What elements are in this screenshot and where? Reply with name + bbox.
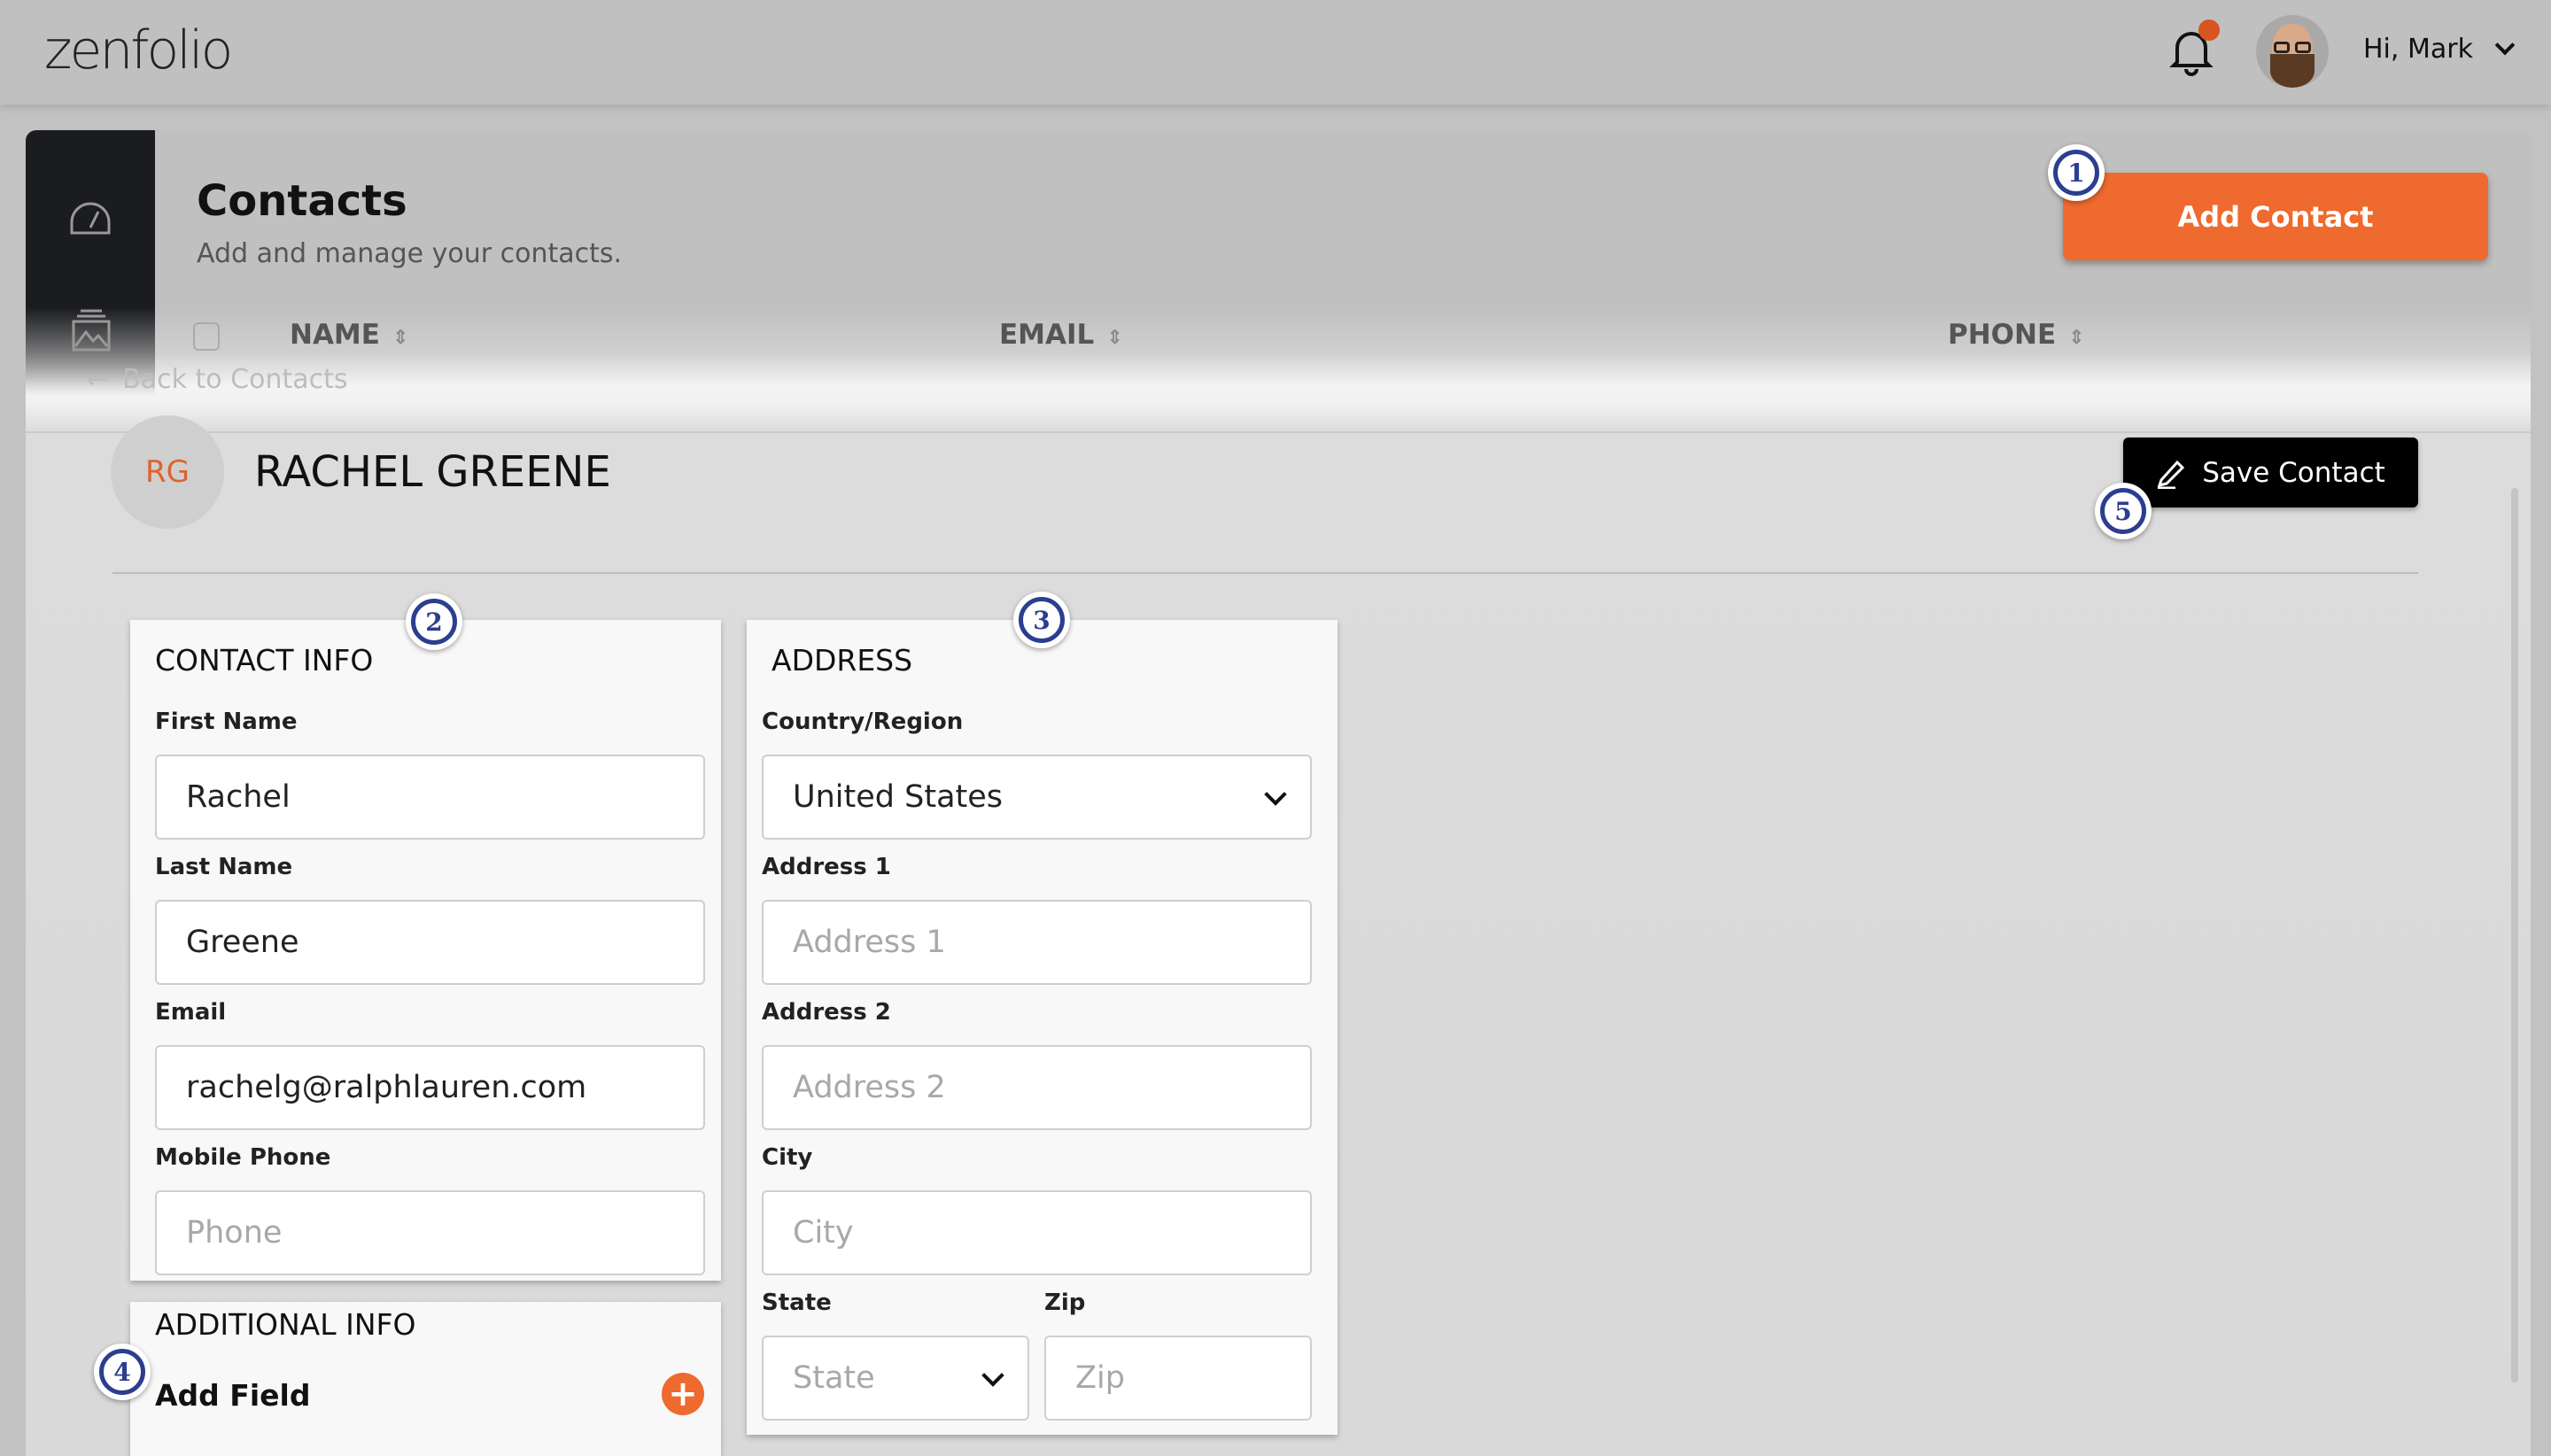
phone-label: Mobile Phone	[155, 1144, 331, 1171]
logo[interactable]: zenfolio	[44, 19, 233, 81]
add-field-label: Add Field	[155, 1378, 311, 1413]
sort-icon: ⇕	[2068, 327, 2085, 349]
annotation-badge-3: 3	[1013, 592, 1070, 648]
divider	[112, 572, 2418, 574]
address-heading: ADDRESS	[772, 643, 913, 678]
annotation-badge-4: 4	[94, 1344, 151, 1400]
page-subtitle: Add and manage your contacts.	[197, 238, 623, 269]
address1-input[interactable]: Address 1	[762, 900, 1312, 985]
address2-input[interactable]: Address 2	[762, 1045, 1312, 1130]
chevron-down-icon	[2494, 35, 2516, 55]
divider	[26, 431, 2531, 433]
sort-icon: ⇕	[392, 327, 409, 349]
first-name-input[interactable]: Rachel	[155, 755, 705, 840]
additional-info-heading: ADDITIONAL INFO	[155, 1307, 416, 1342]
address-card: ADDRESS Country/Region United States Add…	[747, 620, 1338, 1435]
pencil-icon	[2157, 460, 2185, 489]
email-input[interactable]: rachelg@ralphlauren.com	[155, 1045, 705, 1130]
back-to-contacts-link[interactable]: ← Back to Contacts	[86, 364, 348, 395]
main-panel: Contacts Add and manage your contacts. N…	[26, 130, 2531, 1456]
chevron-down-icon	[1264, 783, 1287, 806]
avatar[interactable]	[2256, 15, 2329, 88]
state-label: State	[762, 1289, 832, 1316]
user-menu[interactable]: Hi, Mark	[2363, 34, 2516, 65]
annotation-badge-2: 2	[406, 593, 462, 650]
add-contact-button[interactable]: Add Contact	[2063, 173, 2488, 260]
top-bar: zenfolio Hi, Mark	[0, 0, 2551, 105]
country-select[interactable]: United States	[762, 755, 1312, 840]
column-email[interactable]: EMAIL ⇕	[999, 319, 1123, 351]
page-title: Contacts	[197, 176, 407, 226]
column-name[interactable]: NAME ⇕	[290, 319, 408, 351]
phone-input[interactable]: Phone	[155, 1190, 705, 1275]
annotation-badge-1: 1	[2048, 144, 2105, 201]
chevron-down-icon	[981, 1364, 1004, 1387]
first-name-label: First Name	[155, 709, 298, 735]
save-contact-button[interactable]: Save Contact	[2123, 438, 2418, 507]
contact-info-card: CONTACT INFO First Name Rachel Last Name…	[130, 620, 721, 1281]
additional-info-card: ADDITIONAL INFO Add Field +	[130, 1302, 721, 1456]
state-select[interactable]: State	[762, 1336, 1029, 1421]
sidebar	[26, 130, 155, 396]
notification-dot	[2198, 19, 2220, 41]
city-input[interactable]: City	[762, 1190, 1312, 1275]
email-label: Email	[155, 999, 227, 1026]
annotation-badge-5: 5	[2095, 483, 2152, 539]
add-field-plus-icon[interactable]: +	[662, 1373, 704, 1415]
country-label: Country/Region	[762, 709, 964, 735]
bell-icon[interactable]	[2168, 19, 2220, 76]
dashboard-gauge-icon[interactable]	[68, 201, 112, 240]
zip-input[interactable]: Zip	[1044, 1336, 1312, 1421]
gallery-image-icon[interactable]	[72, 307, 111, 355]
address2-label: Address 2	[762, 999, 891, 1026]
sort-icon: ⇕	[1106, 327, 1123, 349]
contact-avatar: RG	[111, 415, 224, 529]
scrollbar[interactable]	[2511, 488, 2518, 1382]
greeting: Hi, Mark	[2363, 34, 2473, 65]
arrow-left-icon: ←	[86, 364, 109, 395]
contact-name: RACHEL GREENE	[254, 447, 611, 497]
city-label: City	[762, 1144, 813, 1171]
zip-label: Zip	[1044, 1289, 1086, 1316]
select-all-checkbox[interactable]	[193, 322, 220, 351]
last-name-input[interactable]: Greene	[155, 900, 705, 985]
last-name-label: Last Name	[155, 854, 293, 880]
address1-label: Address 1	[762, 854, 891, 880]
column-phone[interactable]: PHONE ⇕	[1948, 319, 2085, 351]
contact-info-heading: CONTACT INFO	[155, 643, 374, 678]
